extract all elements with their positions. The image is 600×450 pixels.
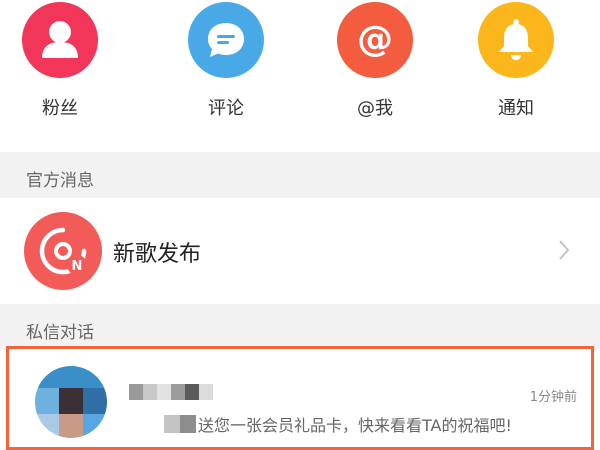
avatar	[35, 366, 107, 438]
official-messages-header: 官方消息	[0, 152, 600, 198]
new-songs-item[interactable]: N 新歌发布	[0, 198, 600, 304]
mentions-label: @我	[357, 98, 393, 119]
chevron-right-icon	[556, 238, 572, 262]
official-messages-title: 官方消息	[26, 171, 94, 191]
comments-label: 评论	[208, 98, 244, 119]
private-messages-title: 私信对话	[26, 323, 94, 343]
notifications-entry[interactable]: 通知	[456, 0, 576, 150]
message-preview: 送您一张会员礼品卡，快来看看TA的祝福吧!	[198, 416, 512, 435]
svg-text:@: @	[357, 19, 393, 60]
message-category-row: 粉丝 评论 @ @我 通知	[0, 0, 600, 150]
at-sign-icon: @	[337, 2, 413, 78]
fans-entry[interactable]: 粉丝	[0, 0, 120, 150]
conversation-row[interactable]: 1分钟前 送您一张会员礼品卡，快来看看TA的祝福吧!	[6, 346, 594, 450]
person-icon	[22, 2, 98, 78]
comments-entry[interactable]: 评论	[166, 0, 286, 150]
chat-bubble-icon	[188, 2, 264, 78]
music-disc-logo-icon: N	[24, 212, 102, 290]
fans-label: 粉丝	[42, 98, 78, 119]
bell-icon	[478, 2, 554, 78]
mentions-entry[interactable]: @ @我	[315, 0, 435, 150]
messages-page: 粉丝 评论 @ @我 通知 官方消息 N 新歌发布 私信对话 1分钟前 送您一张…	[0, 0, 600, 450]
preview-redacted	[164, 413, 196, 433]
message-time: 1分钟前	[529, 390, 577, 405]
sender-name-redacted	[129, 384, 215, 400]
new-songs-title: 新歌发布	[113, 242, 202, 267]
private-messages-header: 私信对话	[0, 304, 600, 350]
svg-text:N: N	[72, 259, 83, 274]
notifications-label: 通知	[498, 98, 534, 119]
